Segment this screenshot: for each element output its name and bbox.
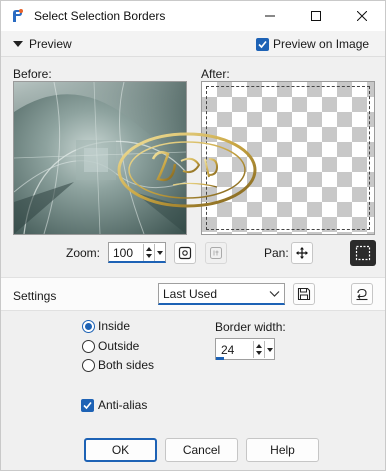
dialog-window: Select Selection Borders Preview Preview… <box>0 0 386 471</box>
chevron-down-icon[interactable] <box>157 251 163 255</box>
zoom-label: Zoom: <box>66 246 101 260</box>
preview-on-image-label[interactable]: Preview on Image <box>273 37 369 51</box>
chevron-down-icon[interactable] <box>269 288 280 299</box>
close-icon <box>357 11 367 21</box>
ok-button[interactable]: OK <box>84 438 157 462</box>
border-width-dropdown[interactable] <box>264 341 274 358</box>
outside-label[interactable]: Outside <box>98 339 139 353</box>
spin-down-icon[interactable] <box>146 254 152 258</box>
both-sides-label[interactable]: Both sides <box>98 358 154 372</box>
spin-down-icon[interactable] <box>256 351 262 355</box>
spin-up-icon[interactable] <box>146 247 152 251</box>
reset-button[interactable] <box>351 283 373 305</box>
settings-bar: Settings Last Used <box>1 277 385 311</box>
save-disk-icon <box>297 287 311 301</box>
title-bar[interactable]: Select Selection Borders <box>1 1 385 31</box>
maximize-button[interactable] <box>293 1 339 31</box>
border-width-input[interactable]: 24 <box>215 338 275 360</box>
help-button[interactable]: Help <box>246 438 319 462</box>
actual-size-icon <box>210 247 222 259</box>
marquee-selection-icon <box>355 245 371 261</box>
watermark-logo <box>117 132 257 208</box>
before-label: Before: <box>13 67 52 81</box>
preview-on-image-checkbox[interactable] <box>256 38 269 51</box>
minimize-icon <box>265 15 275 17</box>
chevron-down-icon[interactable] <box>267 348 273 352</box>
anti-alias-checkbox[interactable] <box>81 399 94 412</box>
marquee-button[interactable] <box>350 240 376 266</box>
border-width-label: Border width: <box>215 320 286 334</box>
zoom-input[interactable]: 100 <box>108 242 166 263</box>
inside-radio[interactable] <box>82 320 95 333</box>
checkmark-icon <box>83 401 92 410</box>
minimize-button[interactable] <box>247 1 293 31</box>
pan-button[interactable] <box>291 242 313 264</box>
spin-up-icon[interactable] <box>256 344 262 348</box>
cancel-button[interactable]: Cancel <box>165 438 238 462</box>
inside-label[interactable]: Inside <box>98 319 130 333</box>
zoom-dropdown[interactable] <box>154 244 164 261</box>
reset-icon <box>356 288 368 301</box>
paint-shop-pro-icon <box>13 9 23 22</box>
save-preset-button[interactable] <box>293 283 315 305</box>
checkmark-icon <box>258 40 267 49</box>
border-width-value[interactable]: 24 <box>221 343 234 357</box>
window-title: Select Selection Borders <box>34 9 166 23</box>
border-width-spinner[interactable] <box>253 341 263 358</box>
triangle-down-icon[interactable] <box>13 41 23 47</box>
zoom-spinner[interactable] <box>143 244 153 261</box>
anti-alias-label[interactable]: Anti-alias <box>98 398 147 412</box>
zoom-to-fit-icon <box>178 246 192 260</box>
settings-label: Settings <box>13 289 57 303</box>
zoom-to-fit-button[interactable] <box>174 242 196 264</box>
settings-dropdown[interactable]: Last Used <box>158 283 285 305</box>
preview-section-header[interactable]: Preview Preview on Image <box>1 31 385 57</box>
pan-label: Pan: <box>264 246 289 260</box>
zoom-value[interactable]: 100 <box>113 246 133 260</box>
outside-radio[interactable] <box>82 340 95 353</box>
both-sides-radio[interactable] <box>82 359 95 372</box>
move-arrows-icon <box>296 247 308 259</box>
maximize-icon <box>311 11 321 21</box>
actual-size-button[interactable] <box>205 242 227 264</box>
preview-label[interactable]: Preview <box>29 37 72 51</box>
after-label: After: <box>201 67 230 81</box>
border-width-slider-fill <box>216 357 224 360</box>
close-button[interactable] <box>339 1 385 31</box>
settings-value[interactable]: Last Used <box>163 287 217 301</box>
